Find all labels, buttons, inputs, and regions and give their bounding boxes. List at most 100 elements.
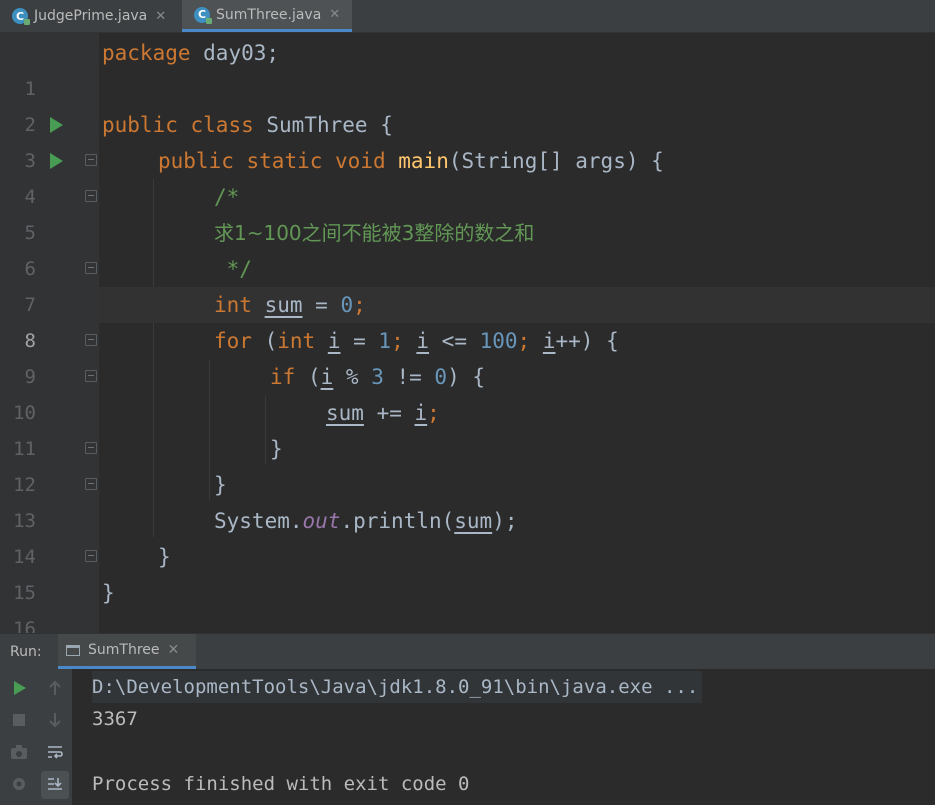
code-text: } xyxy=(270,437,283,461)
fold-marker-icon[interactable] xyxy=(85,442,97,454)
soft-wrap-icon xyxy=(48,746,63,759)
code-line-10: 10 if (i % 3 != 0) { xyxy=(0,359,935,424)
comment: /* xyxy=(214,185,240,209)
fold-marker-icon[interactable] xyxy=(85,190,97,202)
code-text: ( xyxy=(295,365,321,389)
code-text: = xyxy=(340,329,379,353)
code-text: % xyxy=(333,365,372,389)
code-text: (String[] args) { xyxy=(448,149,664,173)
close-tab-icon[interactable]: ✕ xyxy=(155,9,166,24)
close-tab-icon[interactable]: ✕ xyxy=(329,7,340,22)
fold-marker-icon[interactable] xyxy=(85,478,97,490)
fold-marker-icon[interactable] xyxy=(85,262,97,274)
code-line-14: 14 System.out.println(sum); xyxy=(0,503,935,568)
method-name: main xyxy=(398,149,449,173)
run-method-icon[interactable] xyxy=(50,153,63,169)
class-name: SumThree xyxy=(266,113,368,137)
code-line-4: 4 public static void main(String[] args)… xyxy=(0,143,935,208)
code-line-5: 5 /* xyxy=(0,179,935,244)
keyword: int xyxy=(214,293,252,317)
scroll-to-end-button[interactable] xyxy=(41,771,69,799)
keyword: package xyxy=(102,41,191,65)
code-text: ( xyxy=(251,329,278,353)
code-line-6: 6 求1~100之间不能被3整除的数之和 xyxy=(0,215,935,280)
code-text: != xyxy=(383,365,435,389)
console-line-exit: Process finished with exit code 0 xyxy=(92,773,470,795)
comment: */ xyxy=(214,257,252,281)
code-line-17: 17 xyxy=(0,611,935,633)
code-line-16: 16 } xyxy=(0,575,935,633)
keyword: public xyxy=(102,113,178,137)
code-text: <= xyxy=(429,329,480,353)
scroll-down-button[interactable] xyxy=(42,707,68,733)
code-line-15: 15 } xyxy=(0,539,935,604)
code-line-3: 3 public class SumThree { xyxy=(0,107,935,172)
tab-label: JudgePrime.java xyxy=(34,8,148,24)
code-text: { xyxy=(367,113,393,137)
code-text: day03; xyxy=(190,41,280,65)
soft-wrap-button[interactable] xyxy=(42,739,68,765)
bug-settings-icon xyxy=(13,778,25,790)
scroll-up-button[interactable] xyxy=(42,675,68,701)
close-run-tab-icon[interactable]: ✕ xyxy=(168,642,180,658)
stop-icon xyxy=(13,714,25,726)
console-window-icon xyxy=(66,644,80,656)
tab-sumthree[interactable]: C SumThree.java ✕ xyxy=(182,0,352,32)
keyword: void xyxy=(335,149,386,173)
code-text: } xyxy=(214,473,227,497)
scroll-to-end-icon xyxy=(48,778,62,790)
fold-marker-icon[interactable] xyxy=(85,334,97,346)
run-class-icon[interactable] xyxy=(50,117,63,133)
variable: sum xyxy=(264,293,303,317)
code-text: ) { xyxy=(447,365,486,389)
code-text: } xyxy=(158,545,171,569)
semicolon: ; xyxy=(427,401,440,425)
code-line-2: 2 xyxy=(0,71,935,136)
code-line-1: 1 package day03; xyxy=(0,35,935,100)
keyword: int xyxy=(277,329,316,353)
arrow-up-icon xyxy=(49,680,61,695)
code-line-11: 11 sum += i; xyxy=(0,395,935,460)
fold-marker-icon[interactable] xyxy=(85,370,97,382)
console-output[interactable]: D:\DevelopmentTools\Java\jdk1.8.0_91\bin… xyxy=(72,669,935,805)
number: 3 xyxy=(371,365,384,389)
code-line-8: 8 int sum = 0; xyxy=(0,287,935,352)
semicolon: ; xyxy=(517,329,543,353)
keyword: static xyxy=(246,149,323,173)
code-text: } xyxy=(102,581,115,605)
run-tool-window-header: Run: SumThree ✕ xyxy=(0,633,935,669)
variable: sum xyxy=(326,401,364,425)
tab-judgeprime[interactable]: C JudgePrime.java ✕ xyxy=(0,0,182,32)
settings-button[interactable] xyxy=(6,771,32,797)
variable: i xyxy=(320,365,334,389)
variable: i xyxy=(414,401,428,425)
code-line-7: 7 */ xyxy=(0,251,935,316)
tab-label: SumThree.java xyxy=(216,6,322,23)
variable: i xyxy=(416,329,430,353)
variable: i xyxy=(327,329,341,353)
console-line-result: 3367 xyxy=(92,708,138,730)
fold-marker-icon[interactable] xyxy=(85,550,97,562)
keyword: class xyxy=(190,113,254,137)
java-class-icon: C xyxy=(194,6,212,24)
code-text: ++) { xyxy=(555,329,619,353)
code-text: = xyxy=(302,293,341,317)
stop-button[interactable] xyxy=(6,707,32,733)
number: 100 xyxy=(479,329,518,353)
dump-threads-button[interactable] xyxy=(6,739,32,765)
console-line-command: D:\DevelopmentTools\Java\jdk1.8.0_91\bin… xyxy=(92,671,703,703)
number: 0 xyxy=(340,293,354,317)
fold-marker-icon[interactable] xyxy=(85,154,97,166)
code-editor[interactable]: 1 package day03; 2 3 public class SumThr… xyxy=(0,33,935,633)
rerun-button[interactable] xyxy=(6,675,32,701)
rerun-icon xyxy=(14,681,26,695)
code-line-12: 12 } xyxy=(0,431,935,496)
code-line-13: 13 } xyxy=(0,467,935,532)
run-tab-sumthree[interactable]: SumThree ✕ xyxy=(58,634,196,669)
run-tab-label: SumThree xyxy=(88,642,160,658)
code-text: .println( xyxy=(340,509,455,533)
code-text: System. xyxy=(214,509,303,533)
semicolon: ; xyxy=(391,329,417,353)
static-field: out xyxy=(302,509,341,533)
arrow-down-icon xyxy=(49,713,61,728)
